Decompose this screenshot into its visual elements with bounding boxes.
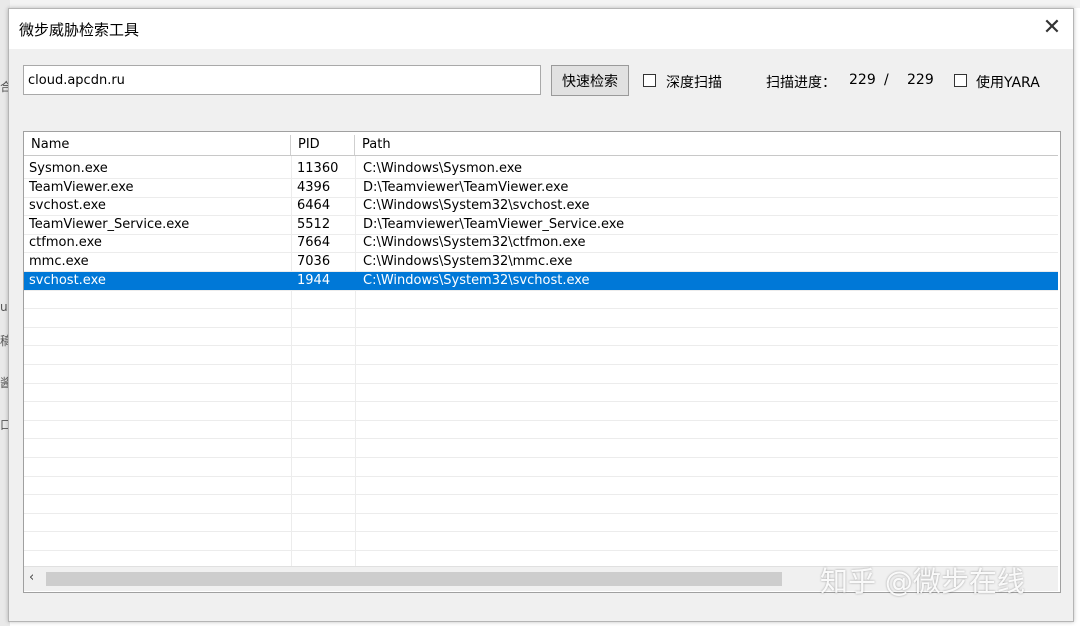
table-row[interactable]: mmc.exe 7036 C:\Windows\System32\mmc.exe [24, 253, 1058, 272]
process-pid: 11360 [297, 161, 339, 176]
window-title: 微步威胁检索工具 [19, 21, 140, 39]
process-path: C:\Windows\Sysmon.exe [363, 161, 523, 176]
process-name: TeamViewer_Service.exe [29, 216, 190, 232]
use-yara-label: 使用YARA [976, 75, 1040, 91]
scan-progress-total: 229 [907, 72, 934, 88]
process-pid: 4396 [297, 179, 331, 195]
scrollbar-thumb[interactable] [46, 572, 782, 586]
process-name: Sysmon.exe [29, 161, 108, 176]
table-row [24, 513, 1058, 533]
title-bar: 微步威胁检索工具 ✕ [9, 9, 1073, 49]
table-row[interactable]: ctfmon.exe 7664 C:\Windows\System32\ctfmon… [24, 234, 1058, 254]
process-name: svchost.exe [29, 272, 106, 288]
table-row [24, 309, 1058, 328]
process-path: C:\Windows\System32\ctfmon.exe [363, 235, 586, 251]
table-row [24, 327, 1058, 347]
table-row [24, 420, 1058, 440]
process-path: D:\Teamviewer\TeamViewer_Service.exe [363, 216, 625, 232]
process-path: D:\Teamviewer\TeamViewer.exe [363, 179, 569, 195]
table-row [24, 365, 1058, 384]
scan-progress-label: 扫描进度： [766, 75, 836, 91]
process-name: ctfmon.exe [29, 235, 102, 251]
process-list[interactable]: Name PID Path Sysmon.exe 11360 C:\Windows\… [23, 131, 1061, 593]
process-pid: 7664 [297, 235, 331, 251]
quick-search-button[interactable]: 快速检索 [551, 65, 629, 96]
process-path: C:\Windows\System32\svchost.exe [363, 272, 590, 288]
table-row [24, 476, 1058, 496]
table-row [24, 346, 1058, 365]
scroll-left-icon[interactable]: ‹ [29, 570, 34, 585]
background-desktop-top [0, 0, 1080, 8]
background-char: u [0, 300, 8, 314]
process-path: C:\Windows\System32\mmc.exe [363, 254, 573, 269]
watermark: 知乎 @微步在线 [820, 565, 1025, 598]
process-path: C:\Windows\System32\svchost.exe [363, 198, 590, 214]
list-header: Name PID Path [24, 135, 1058, 156]
process-name: mmc.exe [29, 254, 89, 269]
process-name: TeamViewer.exe [29, 179, 134, 195]
scan-progress-done: 229 [849, 72, 876, 88]
table-row [24, 402, 1058, 421]
table-row[interactable]: TeamViewer_Service.exe 5512 D:\Teamviewer\… [24, 216, 1058, 235]
process-name: svchost.exe [29, 198, 106, 214]
table-row[interactable]: Sysmon.exe 11360 C:\Windows\Sysmon.exe [24, 160, 1058, 179]
use-yara-checkbox[interactable] [954, 74, 967, 87]
table-row [24, 439, 1058, 458]
scan-progress-separator: / [884, 72, 889, 88]
deep-scan-checkbox[interactable] [643, 74, 656, 87]
column-header-pid[interactable]: PID [291, 135, 355, 155]
deep-scan-label: 深度扫描 [666, 75, 722, 91]
process-pid: 6464 [297, 198, 331, 214]
process-pid: 5512 [297, 216, 331, 232]
table-row [24, 383, 1058, 403]
process-pid: 7036 [297, 254, 331, 269]
table-row[interactable]: TeamViewer.exe 4396 D:\Teamviewer\TeamView… [24, 179, 1058, 198]
table-row [24, 458, 1058, 477]
table-row[interactable]: svchost.exe 1944 C:\Windows\System32\svcho… [24, 271, 1058, 291]
close-icon[interactable]: ✕ [1037, 13, 1067, 43]
column-header-name[interactable]: Name [24, 135, 291, 155]
column-header-path[interactable]: Path [355, 135, 1058, 155]
table-row [24, 532, 1058, 551]
threat-search-dialog: 微步威胁检索工具 ✕ 快速检索 深度扫描 扫描进度： 229 / 229 使用Y… [8, 8, 1074, 622]
search-input[interactable] [23, 65, 541, 95]
process-pid: 1944 [297, 272, 331, 288]
table-row [24, 290, 1058, 310]
table-row [24, 495, 1058, 514]
table-row[interactable]: svchost.exe 6464 C:\Windows\System32\svcho… [24, 197, 1058, 217]
